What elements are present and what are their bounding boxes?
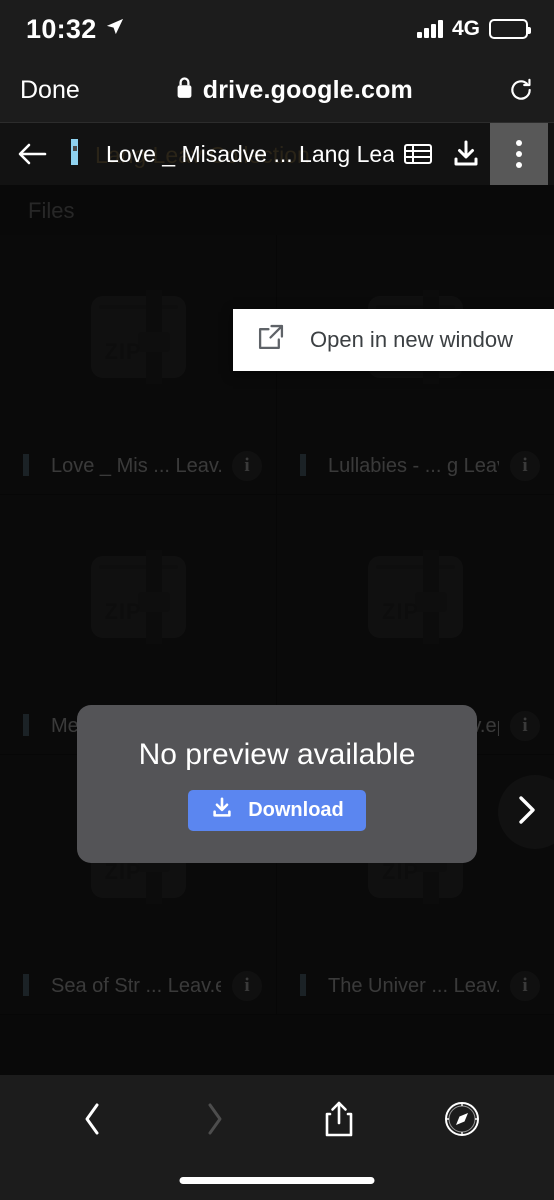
network-type-label: 4G [451,17,480,40]
zip-file-icon [60,139,94,169]
info-icon[interactable]: i [510,971,540,1001]
chevron-left-icon [85,1103,99,1135]
file-tile-footer: Love _ Mis ... Leav.epub i [0,438,276,494]
chevron-right-icon [208,1103,222,1135]
safari-button[interactable] [401,1075,525,1163]
browser-url-bar: Done drive.google.com [0,58,554,123]
file-thumbnail: ZIP [0,495,276,698]
battery-low-power-icon [489,19,531,39]
cellular-signal-icon [417,20,443,38]
status-bar-right: 4G [417,17,531,41]
url-display[interactable]: drive.google.com [80,76,508,105]
info-icon[interactable]: i [232,971,262,1001]
lock-icon [175,76,194,104]
file-name: Sea of Str ... Leav.epub [51,974,221,997]
zip-thumb-label: ZIP [104,598,142,624]
files-section-label: Files [28,198,75,223]
zip-file-icon [14,454,40,478]
drive-toolbar: Lang Leav Collection Love _ Misadve ... … [0,123,554,185]
info-icon[interactable]: i [232,451,262,481]
no-preview-card: No preview available Download [77,705,477,863]
info-icon[interactable]: i [510,451,540,481]
download-button-label: Download [248,798,344,821]
download-icon[interactable] [442,123,490,185]
reload-icon[interactable] [508,77,534,103]
zip-thumb-label: ZIP [104,338,142,364]
menu-item-open-in-new-window[interactable]: Open in new window [310,327,513,353]
file-name: Lullabies - ... g Leav.epub [328,454,499,477]
download-icon [210,796,234,825]
file-name: The Univer ... Leav.epub [328,974,499,997]
drive-page: Lang Leav Collection Love _ Misadve ... … [0,123,554,1075]
zip-file-icon [291,974,317,998]
zip-file-icon [14,974,40,998]
status-bar: 10:32 4G [0,0,554,58]
chevron-right-icon [516,795,538,830]
browser-bottom-toolbar [0,1075,554,1200]
file-tile-footer: Sea of Str ... Leav.epub i [0,958,276,1014]
file-tile-footer: Lullabies - ... g Leav.epub i [277,438,554,494]
overflow-menu-icon[interactable] [490,123,548,185]
zip-file-icon [291,454,317,478]
list-view-icon[interactable] [394,123,442,185]
back-arrow-icon[interactable] [6,141,58,167]
home-indicator [179,1177,375,1184]
zip-thumb-label: ZIP [382,598,420,624]
download-button[interactable]: Download [188,789,366,831]
share-button[interactable] [277,1075,401,1163]
browser-back-button[interactable] [30,1075,154,1163]
file-title: Love _ Misadve ... Lang Leav.epub [106,140,394,167]
bottom-toolbar-icons [0,1075,554,1163]
zip-file-icon [14,714,40,738]
no-preview-title: No preview available [138,737,416,771]
file-tile-footer: The Univer ... Leav.epub i [277,958,554,1014]
phone-screen: 10:32 4G Done drive.google.com Lang Leav… [0,0,554,1200]
info-icon[interactable]: i [510,711,540,741]
open-in-new-window-icon [257,324,284,356]
safari-compass-icon [445,1102,480,1136]
overflow-menu-popup: Open in new window [233,309,554,371]
url-text: drive.google.com [202,75,413,104]
status-bar-left: 10:32 [26,14,124,45]
location-arrow-icon [105,17,124,41]
file-name: Love _ Mis ... Leav.epub [51,454,221,477]
done-button[interactable]: Done [20,76,80,105]
file-thumbnail: ZIP [277,495,554,698]
browser-forward-button[interactable] [154,1075,278,1163]
status-time: 10:32 [26,13,97,44]
share-icon [325,1101,353,1137]
